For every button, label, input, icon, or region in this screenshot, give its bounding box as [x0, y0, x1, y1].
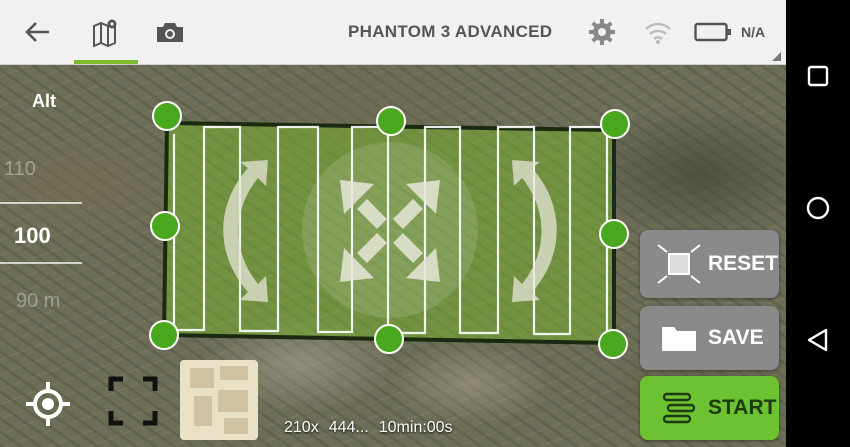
altitude-above-value: 110	[4, 158, 36, 180]
photo-count: 210x	[284, 419, 319, 436]
vertex-handle	[376, 106, 406, 136]
system-nav-bar	[786, 0, 850, 447]
vertex-handle	[149, 320, 179, 350]
fit-bounds-icon[interactable]	[108, 376, 158, 426]
altitude-divider	[0, 202, 82, 204]
map-thumbnail[interactable]	[180, 360, 258, 440]
active-tab-indicator	[74, 60, 138, 64]
wifi-icon	[640, 14, 676, 50]
altitude-value: 100	[14, 223, 51, 248]
vertex-handle	[598, 329, 628, 359]
route-icon	[652, 388, 706, 428]
vertex-handle	[374, 324, 404, 354]
save-button[interactable]: SAVE	[640, 306, 779, 370]
locate-icon[interactable]	[24, 380, 72, 428]
duration-value: 10min:00s	[378, 419, 453, 436]
battery-value: N/A	[741, 24, 766, 40]
altitude-scale[interactable]: Alt 110 100 90 m	[0, 64, 88, 364]
vertex-handle	[600, 109, 630, 139]
altitude-label: Alt	[32, 91, 56, 111]
start-button[interactable]: START	[640, 376, 779, 440]
reset-icon	[652, 244, 706, 284]
reset-button[interactable]: RESET	[640, 230, 779, 298]
gear-icon[interactable]	[584, 14, 620, 50]
vertex-handle	[152, 101, 182, 131]
altitude-divider	[0, 262, 82, 264]
circle-icon[interactable]	[806, 196, 830, 220]
top-bar: PHANTOM 3 ADVANCED N/A	[0, 0, 786, 65]
battery-icon	[693, 14, 733, 50]
camera-icon[interactable]	[152, 14, 188, 50]
save-label: SAVE	[708, 326, 764, 349]
mission-stats: 210x 444... 10min:00s	[284, 419, 463, 437]
corner-indicator	[772, 52, 781, 61]
square-icon[interactable]	[806, 64, 830, 88]
distance-value: 444...	[328, 419, 369, 436]
aircraft-title: PHANTOM 3 ADVANCED	[348, 22, 553, 41]
folder-icon	[652, 318, 706, 358]
arrow-left-icon[interactable]	[20, 14, 56, 50]
triangle-back-icon[interactable]	[806, 328, 830, 352]
center-circle	[302, 142, 478, 318]
vertex-handle	[599, 219, 629, 249]
map-pin-icon[interactable]	[88, 14, 124, 50]
reset-label: RESET	[708, 252, 779, 275]
start-label: START	[708, 396, 777, 419]
vertex-handle	[150, 211, 180, 241]
app-window: Alt 110 100 90 m PHANTOM 3 ADVANCED N/A	[0, 0, 786, 447]
altitude-below-value: 90 m	[16, 290, 61, 312]
